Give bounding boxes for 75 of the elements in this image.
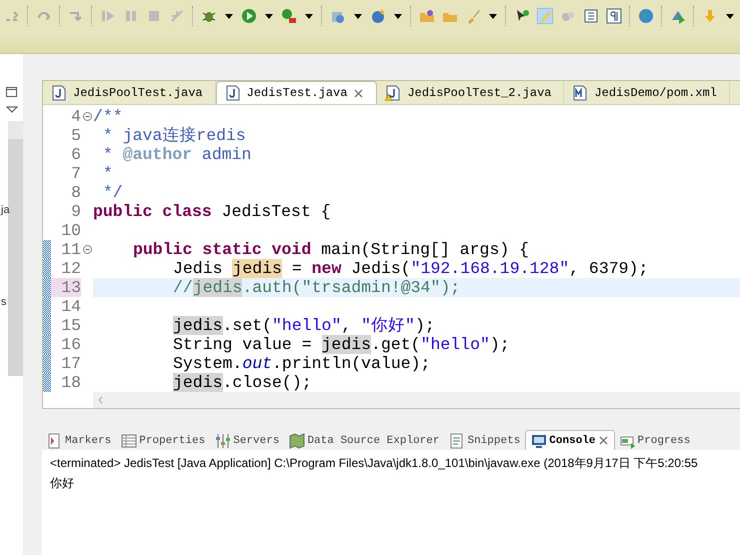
line-number: 8 bbox=[70, 183, 81, 202]
close-icon[interactable] bbox=[353, 88, 364, 99]
caret-icon[interactable] bbox=[353, 12, 363, 20]
block-icon[interactable] bbox=[583, 8, 599, 24]
file-icon bbox=[572, 84, 588, 101]
line-number: 14 bbox=[60, 297, 81, 316]
code-line: Jedis jedis = new Jedis("192.168.19.128", 6379); bbox=[172, 259, 650, 278]
editor-tab[interactable]: JedisPoolTest.java bbox=[43, 81, 216, 104]
editor-tab[interactable]: JedisDemo/pom.xml bbox=[564, 81, 730, 104]
new-class-icon[interactable] bbox=[370, 8, 386, 24]
line-number: 16 bbox=[60, 335, 81, 354]
view-tab[interactable]: Progress bbox=[614, 431, 696, 450]
caret-icon[interactable] bbox=[393, 12, 403, 20]
line-number: 6 bbox=[70, 145, 81, 164]
code-line: * bbox=[102, 164, 114, 184]
line-number: 4 bbox=[70, 107, 81, 126]
caret-icon[interactable] bbox=[488, 12, 498, 20]
cut-off-label: ja bbox=[1, 204, 10, 216]
pilcrow-icon[interactable] bbox=[606, 8, 622, 24]
code-line: * java连接redis bbox=[102, 126, 247, 146]
caret-icon[interactable] bbox=[304, 12, 314, 20]
cursor-icon[interactable] bbox=[514, 8, 530, 24]
line-number: 9 bbox=[70, 202, 81, 222]
snippets-icon bbox=[449, 432, 466, 448]
code-line: String value = jedis.get("hello"); bbox=[172, 335, 511, 354]
console-icon bbox=[531, 432, 548, 448]
caret-icon[interactable] bbox=[224, 12, 234, 20]
code-line: System.out.println(value); bbox=[172, 354, 432, 374]
console-status: <terminated> JedisTest [Java Application] C:\Program Files\Java\jdk1.8.0_101\bin\javaw.exe (2018年9月17日 下午5:20:55 bbox=[49, 455, 699, 472]
code-line: */ bbox=[102, 183, 124, 202]
maximize-icon[interactable] bbox=[5, 86, 18, 98]
line-number: 12 bbox=[60, 259, 81, 278]
line-number: 17 bbox=[60, 354, 81, 374]
view-tab[interactable]: Snippets bbox=[444, 431, 526, 450]
file-icon bbox=[51, 84, 67, 101]
dropdown-icon[interactable] bbox=[6, 106, 18, 113]
code-line: jedis.close(); bbox=[172, 373, 313, 392]
collapse-icon[interactable] bbox=[82, 112, 92, 122]
view-tab[interactable]: Properties bbox=[116, 431, 210, 450]
code-line: jedis.set("hello", "你好"); bbox=[172, 316, 436, 336]
line-number: 5 bbox=[70, 126, 81, 146]
caret-icon[interactable] bbox=[725, 12, 735, 20]
highlight-icon[interactable] bbox=[537, 8, 553, 24]
view-tab[interactable]: Markers bbox=[42, 431, 116, 450]
cut-off-label: s bbox=[1, 296, 8, 308]
run-icon[interactable] bbox=[241, 8, 257, 24]
view-tab[interactable]: Servers bbox=[210, 431, 284, 450]
servers-icon bbox=[215, 432, 232, 448]
globe-icon[interactable] bbox=[638, 8, 654, 24]
run-tool-icon[interactable] bbox=[281, 8, 297, 24]
line-number: 13 bbox=[51, 278, 81, 298]
scroll-left-icon[interactable] bbox=[97, 396, 103, 404]
line-number: 18 bbox=[60, 373, 81, 392]
code-line: public class JedisTest { bbox=[93, 202, 332, 222]
collapse-icon[interactable] bbox=[82, 245, 92, 254]
view-tab[interactable]: Console bbox=[525, 430, 615, 450]
horizontal-scrollbar[interactable] bbox=[93, 392, 740, 408]
view-tab[interactable]: Data Source Explorer bbox=[284, 431, 444, 450]
line-number: 7 bbox=[70, 164, 81, 184]
line-number: 10 bbox=[60, 221, 81, 240]
console-output: 你好 bbox=[49, 475, 75, 492]
line-number: 11 bbox=[60, 240, 81, 260]
file-icon bbox=[224, 85, 241, 102]
code-line: public static void main(String[] args) { bbox=[132, 240, 530, 260]
code-line: * @author admin bbox=[102, 145, 252, 164]
datasource-icon bbox=[289, 432, 306, 448]
open-folder-icon[interactable] bbox=[419, 8, 435, 24]
editor-tab[interactable]: JedisTest.java bbox=[216, 81, 378, 104]
editor-tab[interactable]: JedisPoolTest_2.java bbox=[377, 81, 564, 104]
close-icon[interactable] bbox=[598, 435, 609, 446]
code-line: /** bbox=[93, 107, 124, 126]
caret-icon[interactable] bbox=[264, 12, 274, 20]
line-number: 15 bbox=[60, 316, 81, 336]
properties-icon bbox=[121, 432, 138, 448]
vertical-scrollbar[interactable] bbox=[8, 121, 23, 376]
